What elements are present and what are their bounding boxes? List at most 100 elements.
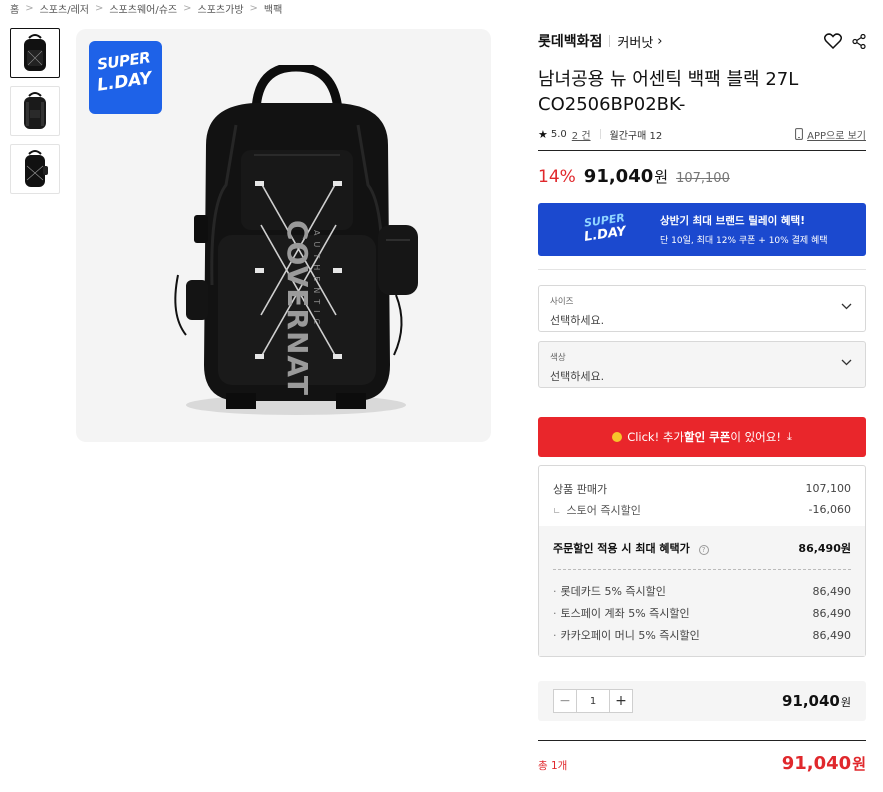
app-link-label: APP으로 보기 bbox=[807, 130, 866, 142]
breadcrumb-item-backpack[interactable]: 백팩 bbox=[264, 1, 282, 16]
thumbnail-2[interactable] bbox=[10, 86, 60, 136]
heart-icon[interactable] bbox=[824, 33, 842, 49]
chevron-down-icon bbox=[841, 303, 852, 310]
card-discount-row: · 롯데카드 5% 즉시할인 86,490 bbox=[553, 584, 852, 599]
store-discount-value: -16,060 bbox=[808, 503, 851, 516]
svg-text:AUTHENTIC: AUTHENTIC bbox=[312, 230, 321, 330]
store-name[interactable]: 롯데백화점 bbox=[538, 31, 602, 51]
coin-icon bbox=[612, 432, 623, 442]
list-price-value: 107,100 bbox=[805, 482, 852, 495]
backpack-image: COVERNAT AUTHENTIC bbox=[174, 65, 418, 415]
list-price-label: 상품 판매가 bbox=[553, 482, 608, 496]
max-benefit-section: 주문할인 적용 시 최대 혜택가 ? 86,490원 · 롯데카드 5% 즉시할인… bbox=[539, 526, 865, 656]
chevron-down-icon bbox=[841, 359, 852, 366]
divider bbox=[538, 740, 866, 741]
rating-value: 5.0 bbox=[550, 128, 567, 140]
size-select-value: 선택하세요. bbox=[550, 314, 605, 327]
total-unit: 원 bbox=[852, 755, 866, 773]
chevron-right-icon: > bbox=[249, 2, 258, 14]
sale-price: 91,040 bbox=[583, 166, 654, 187]
promo-subtitle: 단 10일, 최대 12% 쿠폰 + 10% 결제 혜택 bbox=[660, 236, 828, 246]
breadcrumb-item-home[interactable]: 홈 bbox=[10, 1, 19, 16]
max-benefit-row: 주문할인 적용 시 최대 혜택가 ? 86,490원 bbox=[553, 538, 851, 558]
price-unit: 원 bbox=[654, 168, 669, 186]
backpack-thumbnail-image bbox=[25, 150, 48, 187]
sub-item-icon: ∟ bbox=[553, 506, 561, 517]
line-item-amount: 91,040 bbox=[781, 692, 840, 710]
total-amount: 91,040 bbox=[781, 753, 852, 774]
reviews-link[interactable]: 2 건 bbox=[572, 127, 591, 142]
chevron-right-icon[interactable]: › bbox=[657, 34, 662, 49]
thumbnail-3[interactable] bbox=[10, 144, 60, 194]
divider bbox=[609, 35, 611, 47]
chevron-right-icon: > bbox=[94, 2, 104, 14]
size-select[interactable]: 사이즈 선택하세요. bbox=[538, 285, 866, 332]
info-icon[interactable]: ? bbox=[698, 545, 709, 555]
price-breakdown: 상품 판매가 107,100 ∟ 스토어 즉시할인 -16,060 주문할인 적용… bbox=[538, 465, 866, 657]
divider bbox=[553, 569, 851, 570]
brand-row: 롯데백화점 커버낫 › bbox=[538, 28, 866, 54]
brand-link[interactable]: 커버낫 bbox=[617, 32, 653, 51]
backpack-thumbnail-image bbox=[24, 92, 46, 129]
breadcrumb-item-sports-bags[interactable]: 스포츠가방 bbox=[198, 1, 244, 16]
card-discount-value: 86,490 bbox=[812, 606, 852, 620]
chevron-right-icon: > bbox=[25, 2, 34, 14]
rating-row: ★ 5.0 2 건 월간구매 12 APP으로 보기 bbox=[538, 126, 866, 142]
product-info-panel: 롯데백화점 커버낫 › 남녀공용 뉴 어센틱 백팩 블랙 27L CO2506B… bbox=[538, 28, 866, 774]
original-price: 107,100 bbox=[676, 171, 730, 186]
app-view-link[interactable]: APP으로 보기 bbox=[795, 127, 866, 142]
breadcrumb-item-sports-leisure[interactable]: 스포츠/레저 bbox=[40, 1, 89, 16]
price-row: 14% 91,040 원 107,100 bbox=[538, 166, 866, 190]
card-discount-row: · 카카오페이 머니 5% 즉시할인 86,490 bbox=[553, 628, 852, 643]
list-price-row: 상품 판매가 107,100 bbox=[553, 478, 851, 499]
divider bbox=[538, 269, 866, 270]
star-icon: ★ bbox=[538, 127, 548, 141]
card-discount-value: 86,490 bbox=[812, 628, 852, 642]
download-icon: ⤓ bbox=[786, 430, 792, 443]
breadcrumb-item-sportswear[interactable]: 스포츠웨어/슈즈 bbox=[109, 1, 177, 16]
card-discount-value: 86,490 bbox=[812, 584, 852, 598]
color-select-label: 색상 bbox=[550, 353, 566, 363]
divider bbox=[599, 129, 601, 139]
decrease-button[interactable]: − bbox=[554, 690, 576, 712]
card-discount-row: · 토스페이 계좌 5% 즉시할인 86,490 bbox=[553, 606, 852, 621]
max-benefit-value: 86,490원 bbox=[798, 542, 851, 555]
coupon-download-button[interactable]: Click! 추가 할인 쿠폰 이 있어요! ⤓ bbox=[538, 417, 866, 457]
thumbnail-1[interactable] bbox=[10, 28, 60, 78]
line-item-unit: 원 bbox=[840, 696, 851, 709]
promo-banner[interactable]: SUPER L.DAY 상반기 최대 브랜드 릴레이 혜택! 단 10일, 최대… bbox=[538, 203, 866, 256]
total-price: 91,040원 bbox=[782, 753, 866, 774]
divider bbox=[538, 150, 866, 151]
line-item-price: 91,040원 bbox=[782, 692, 851, 710]
breadcrumb: 홈 > 스포츠/레저 > 스포츠웨어/슈즈 > 스포츠가방 > 백팩 bbox=[10, 0, 282, 16]
coupon-text-post: 이 있어요! bbox=[730, 430, 781, 444]
quantity-stepper: − 1 + bbox=[553, 689, 633, 713]
product-title: 남녀공용 뉴 어센틱 백팩 블랙 27L CO2506BP02BK- bbox=[538, 69, 799, 115]
total-count: 총 1개 bbox=[538, 760, 568, 772]
card-discount-label: 카카오페이 머니 5% 즉시할인 bbox=[560, 629, 700, 642]
svg-text:COVERNAT: COVERNAT bbox=[281, 220, 314, 396]
card-discount-label: 롯데카드 5% 즉시할인 bbox=[560, 585, 666, 598]
color-select[interactable]: 색상 선택하세요. bbox=[538, 341, 866, 388]
size-select-label: 사이즈 bbox=[550, 297, 574, 307]
product-main-image[interactable]: SUPER L.DAY COVERNAT AUTHENTIC bbox=[76, 29, 491, 442]
mobile-phone-icon bbox=[795, 128, 804, 140]
promo-title: 상반기 최대 브랜드 릴레이 혜택! bbox=[660, 215, 805, 227]
monthly-purchases: 월간구매 12 bbox=[609, 130, 663, 142]
store-discount-label: 스토어 즉시할인 bbox=[566, 503, 641, 517]
thumbnail-list bbox=[10, 28, 62, 202]
discount-rate: 14% bbox=[538, 167, 576, 187]
chevron-right-icon: > bbox=[183, 2, 192, 14]
color-select-value: 선택하세요. bbox=[550, 370, 605, 383]
card-discount-label: 토스페이 계좌 5% 즉시할인 bbox=[560, 607, 690, 620]
backpack-thumbnail-image bbox=[24, 34, 46, 71]
coupon-text-bold: 할인 쿠폰 bbox=[684, 430, 731, 444]
quantity-row: − 1 + 91,040원 bbox=[538, 681, 866, 721]
total-row: 총 1개 91,040원 bbox=[538, 753, 866, 774]
increase-button[interactable]: + bbox=[610, 690, 632, 712]
store-discount-row: ∟ 스토어 즉시할인 -16,060 bbox=[553, 499, 851, 520]
share-icon[interactable] bbox=[852, 33, 866, 49]
max-benefit-label: 주문할인 적용 시 최대 혜택가 bbox=[553, 542, 690, 555]
quantity-input[interactable]: 1 bbox=[576, 690, 610, 712]
coupon-text-pre: Click! 추가 bbox=[627, 430, 685, 444]
